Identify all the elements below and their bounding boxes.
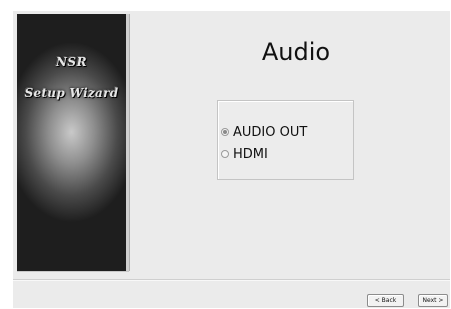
option-audio-out-label: AUDIO OUT <box>233 124 308 140</box>
brand-logo-text: NSR <box>55 55 88 69</box>
option-hdmi[interactable]: HDMI <box>221 145 268 163</box>
wizard-title-text: Setup Wizard <box>24 86 119 100</box>
back-button[interactable]: < Back <box>367 294 404 307</box>
setup-wizard-window: NSR Setup Wizard Audio AUDIO OUT HDMI < … <box>13 11 450 308</box>
radio-audio-out[interactable] <box>221 128 229 136</box>
footer-divider <box>13 279 450 281</box>
page-title: Audio <box>261 38 331 66</box>
next-button[interactable]: Next > <box>418 294 448 307</box>
audio-options-group: AUDIO OUT HDMI <box>217 100 354 180</box>
option-hdmi-label: HDMI <box>233 146 268 162</box>
wizard-side-panel: NSR Setup Wizard <box>17 14 129 271</box>
radio-hdmi[interactable] <box>221 150 229 158</box>
option-audio-out[interactable]: AUDIO OUT <box>221 123 307 141</box>
